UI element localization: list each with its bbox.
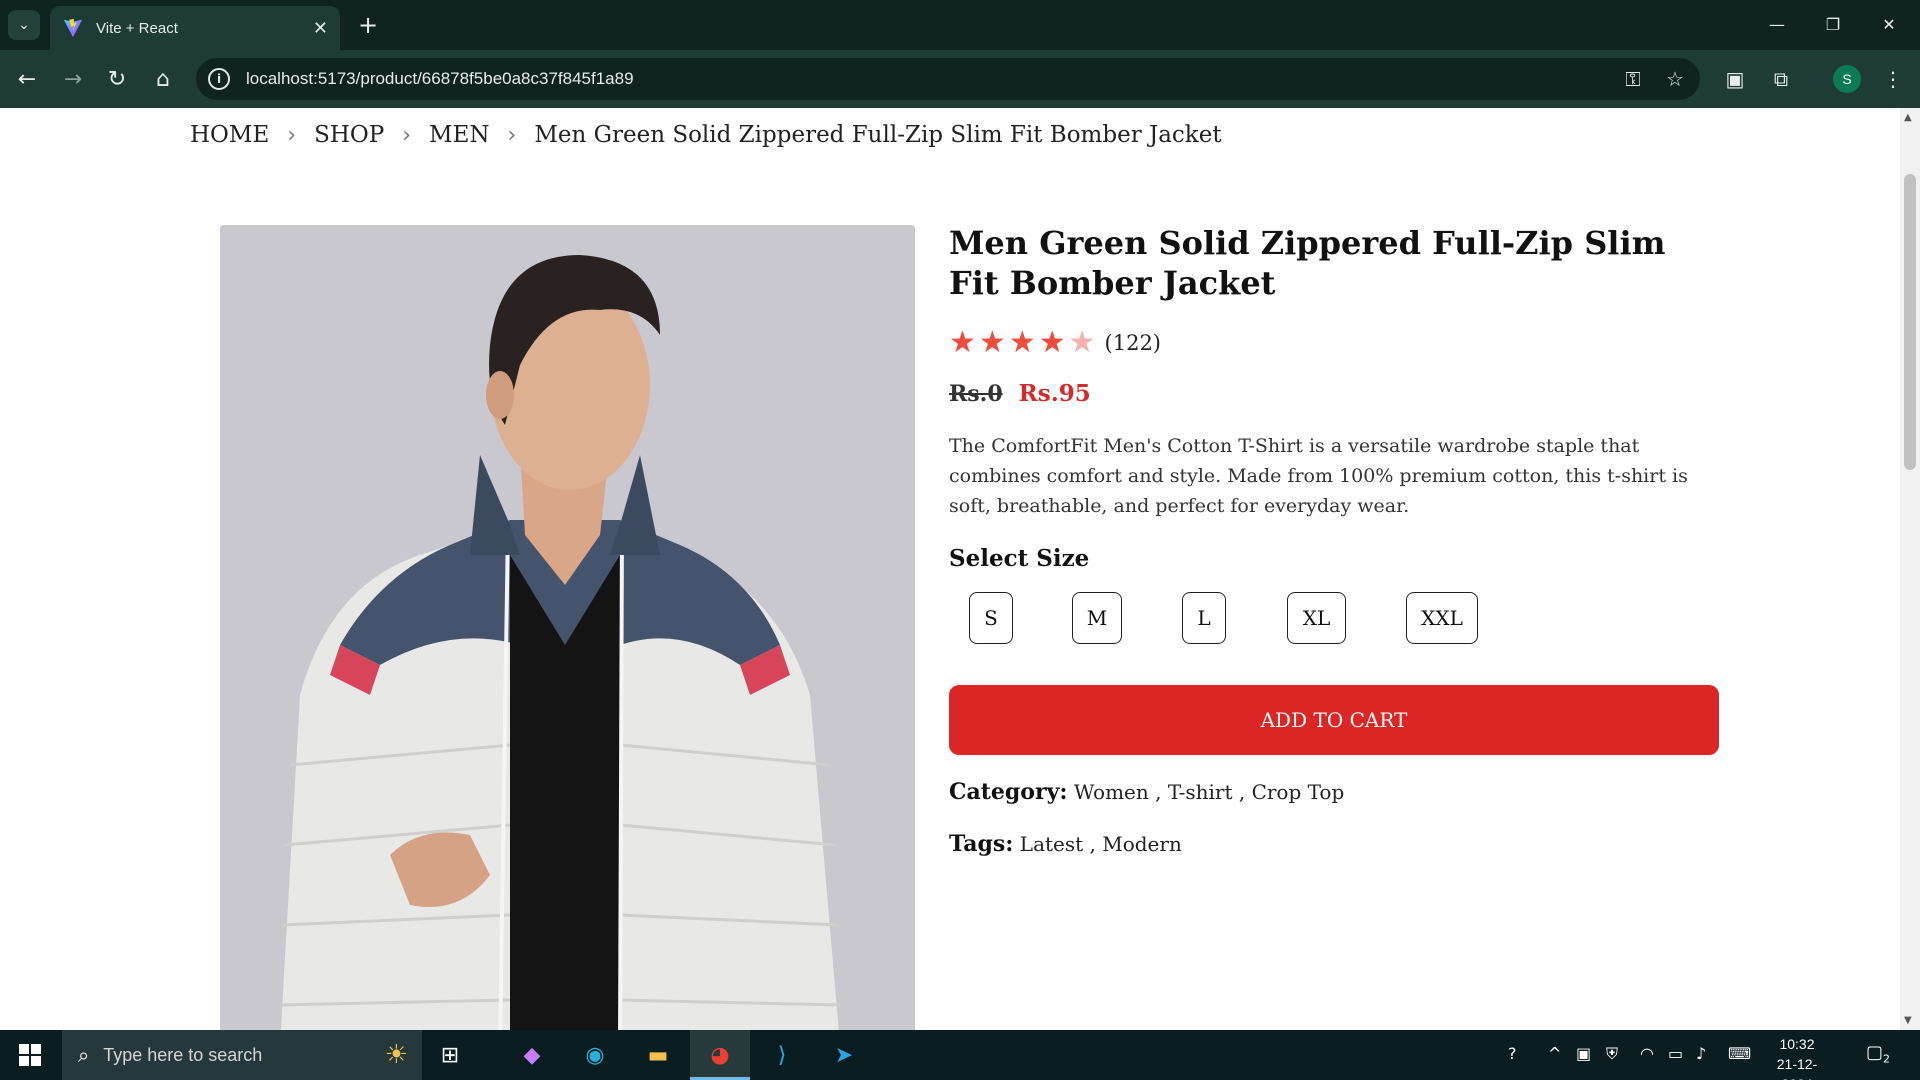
rating: ★ ★ ★ ★ ★ (122) bbox=[949, 325, 1719, 360]
new-tab-icon[interactable]: + bbox=[352, 10, 384, 40]
breadcrumb-men[interactable]: MEN bbox=[429, 122, 489, 148]
home-icon[interactable]: ⌂ bbox=[146, 62, 180, 96]
tray-overflow-chevron-icon[interactable]: ^ bbox=[1548, 1044, 1561, 1063]
search-icon: ⌕ bbox=[78, 1043, 90, 1067]
star-empty-icon: ★ bbox=[1068, 325, 1096, 360]
breadcrumb-shop[interactable]: SHOP bbox=[314, 122, 384, 148]
tags-values: Latest , Modern bbox=[1019, 832, 1182, 856]
restore-icon[interactable]: ❐ bbox=[1810, 8, 1856, 40]
breadcrumb-home[interactable]: HOME bbox=[190, 122, 269, 148]
taskbar-search-placeholder[interactable]: Type here to search bbox=[103, 1045, 384, 1066]
page-content: HOME › SHOP › MEN › Men Green Solid Zipp… bbox=[0, 108, 1900, 1030]
back-icon[interactable]: ← bbox=[10, 62, 44, 96]
notification-count: 2 bbox=[1883, 1052, 1891, 1066]
browser-tab-bar: ⌄ Vite + React ✕ + — ❐ ✕ bbox=[0, 0, 1920, 50]
keyboard-icon[interactable]: ⌨ bbox=[1728, 1044, 1751, 1063]
taskbar-search[interactable]: ⌕ Type here to search ☀ bbox=[62, 1030, 422, 1080]
security-shield-icon[interactable]: ⛨ bbox=[1606, 1044, 1618, 1064]
size-heading: Select Size bbox=[949, 545, 1090, 572]
browser-tab[interactable]: Vite + React ✕ bbox=[50, 6, 340, 50]
chrome-browser-icon[interactable]: ◕ bbox=[700, 1038, 740, 1072]
help-icon[interactable]: ? bbox=[1508, 1044, 1517, 1063]
edge-browser-icon[interactable]: ◉ bbox=[575, 1038, 615, 1072]
system-clock[interactable]: 10:32 21-12-2024 bbox=[1762, 1034, 1832, 1080]
reload-icon[interactable]: ↻ bbox=[100, 62, 134, 96]
extensions-icon[interactable]: ⧉ bbox=[1764, 62, 1798, 96]
category-values: Women , T-shirt , Crop Top bbox=[1073, 780, 1345, 804]
size-l-button[interactable]: L bbox=[1182, 592, 1226, 644]
jacket-model-illustration bbox=[220, 225, 915, 1030]
telegram-icon[interactable]: ➤ bbox=[824, 1038, 864, 1072]
volume-icon[interactable]: ♪ bbox=[1696, 1044, 1706, 1063]
url-text[interactable]: localhost:5173/product/66878f5be0a8c37f8… bbox=[246, 69, 1616, 89]
tab-close-icon[interactable]: ✕ bbox=[313, 18, 328, 39]
vscode-icon[interactable]: ⟩ bbox=[762, 1038, 802, 1072]
file-explorer-icon[interactable]: ▬ bbox=[638, 1038, 678, 1072]
weather-sun-icon[interactable]: ☀ bbox=[385, 1040, 408, 1070]
category-label: Category: bbox=[949, 779, 1068, 805]
product-description: The ComfortFit Men's Cotton T-Shirt is a… bbox=[949, 435, 1688, 517]
add-to-cart-button[interactable]: ADD TO CART bbox=[949, 685, 1719, 755]
site-info-icon[interactable]: i bbox=[208, 68, 230, 90]
breadcrumb-current: Men Green Solid Zippered Full-Zip Slim F… bbox=[534, 122, 1222, 148]
vite-logo-icon bbox=[63, 18, 83, 38]
star-filled-icon: ★ bbox=[978, 325, 1006, 360]
product-image[interactable] bbox=[220, 225, 915, 1030]
size-s-button[interactable]: S bbox=[969, 592, 1013, 644]
size-m-button[interactable]: M bbox=[1072, 592, 1122, 644]
battery-icon[interactable]: ▭ bbox=[1668, 1044, 1683, 1063]
star-filled-icon: ★ bbox=[1008, 325, 1036, 360]
breadcrumb: HOME › SHOP › MEN › Men Green Solid Zipp… bbox=[190, 122, 1222, 148]
profile-avatar[interactable]: S bbox=[1833, 65, 1861, 93]
product-info: Men Green Solid Zippered Full-Zip Slim F… bbox=[949, 223, 1719, 857]
task-view-icon[interactable]: ⊞ bbox=[430, 1038, 470, 1072]
password-key-icon[interactable]: ⚿ bbox=[1616, 62, 1650, 96]
page-scrollbar[interactable]: ▲ ▼ bbox=[1900, 108, 1920, 1030]
scroll-up-icon[interactable]: ▲ bbox=[1904, 112, 1912, 123]
original-price: Rs.0 bbox=[949, 380, 1003, 407]
browser-menu-icon[interactable]: ⋮ bbox=[1876, 62, 1910, 96]
size-xxl-button[interactable]: XXL bbox=[1406, 592, 1478, 644]
copilot-icon[interactable]: ◆ bbox=[512, 1038, 552, 1072]
tags-row: Tags: Latest , Modern bbox=[949, 831, 1719, 857]
product-title: Men Green Solid Zippered Full-Zip Slim F… bbox=[949, 224, 1666, 302]
scroll-down-icon[interactable]: ▼ bbox=[1904, 1015, 1912, 1026]
tray-app-icon[interactable]: ▣ bbox=[1576, 1044, 1591, 1063]
minimize-icon[interactable]: — bbox=[1754, 8, 1800, 40]
review-count: (122) bbox=[1104, 330, 1161, 355]
wifi-icon[interactable]: ◠ bbox=[1640, 1044, 1654, 1063]
tags-label: Tags: bbox=[949, 831, 1014, 857]
clock-time: 10:32 bbox=[1779, 1036, 1815, 1052]
chevron-right-icon: › bbox=[402, 122, 412, 148]
windows-start-icon[interactable] bbox=[10, 1040, 50, 1070]
tab-search-chevron-icon[interactable]: ⌄ bbox=[8, 10, 40, 40]
size-xl-button[interactable]: XL bbox=[1287, 592, 1346, 644]
category-row: Category: Women , T-shirt , Crop Top bbox=[949, 779, 1719, 805]
star-filled-icon: ★ bbox=[949, 325, 976, 360]
chevron-right-icon: › bbox=[287, 122, 297, 148]
notification-icon[interactable]: ▢2 bbox=[1866, 1042, 1890, 1066]
size-options: S M L XL XXL bbox=[949, 592, 1719, 644]
window-close-icon[interactable]: ✕ bbox=[1866, 8, 1912, 40]
chevron-right-icon: › bbox=[507, 122, 517, 148]
clock-date: 21-12-2024 bbox=[1776, 1056, 1818, 1080]
browser-toolbar: ← → ↻ ⌂ i localhost:5173/product/66878f5… bbox=[0, 50, 1920, 108]
tab-title: Vite + React bbox=[96, 19, 178, 37]
bookmark-star-icon[interactable]: ☆ bbox=[1658, 62, 1692, 96]
scroll-thumb[interactable] bbox=[1904, 174, 1916, 470]
price-block: Rs.0 Rs.95 bbox=[949, 380, 1719, 407]
forward-icon[interactable]: → bbox=[56, 62, 90, 96]
address-bar[interactable]: i localhost:5173/product/66878f5be0a8c37… bbox=[196, 58, 1700, 100]
extension-puzzle-icon[interactable]: ▣ bbox=[1718, 62, 1752, 96]
sale-price: Rs.95 bbox=[1018, 380, 1091, 407]
star-filled-icon: ★ bbox=[1038, 325, 1066, 360]
windows-taskbar: ⌕ Type here to search ☀ ⊞ ◆ ◉ ▬ ◕ ⟩ ➤ ? … bbox=[0, 1030, 1920, 1080]
